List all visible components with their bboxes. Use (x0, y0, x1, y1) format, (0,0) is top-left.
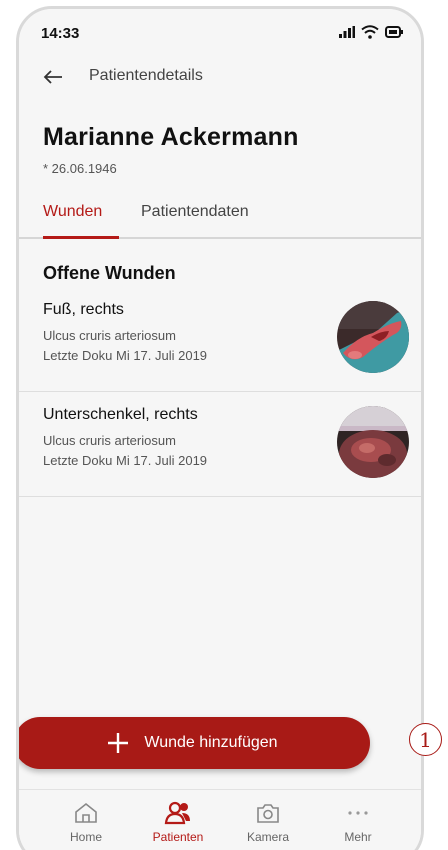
nav-patienten[interactable]: Patienten (133, 790, 223, 850)
nav-kamera-label: Kamera (246, 830, 290, 844)
status-icons (339, 25, 403, 39)
tab-wunden[interactable]: Wunden (43, 203, 102, 221)
nav-home-label: Home (69, 830, 102, 844)
wound-location: Unterschenkel, rechts (43, 406, 198, 423)
wound-last-documentation: Letzte Doku Mi 17. Juli 2019 (43, 453, 208, 468)
battery-icon (385, 26, 403, 38)
bottom-navigation: Home Patienten Kamera Mehr (19, 789, 421, 850)
nav-kamera[interactable]: Kamera (223, 790, 313, 850)
nav-mehr-label: Mehr (344, 830, 372, 844)
patients-icon (164, 801, 190, 825)
nav-patienten-label: Patienten (152, 830, 204, 844)
wound-item[interactable]: Unterschenkel, rechts Ulcus cruris arter… (19, 392, 421, 497)
annotation-callout: 1 (409, 723, 442, 756)
phone-frame: 14:33 Patientendetails Marianne Ackerman… (16, 6, 424, 850)
page-title: Patientendetails (89, 67, 203, 84)
add-wound-button-label: Wunde hinzufügen (144, 734, 278, 751)
wound-last-documentation: Letzte Doku Mi 17. Juli 2019 (43, 348, 208, 363)
signal-icon (339, 26, 355, 38)
wifi-icon (361, 25, 379, 39)
wound-photo-thumbnail (337, 406, 409, 478)
add-wound-button[interactable]: Wunde hinzufügen (19, 717, 370, 769)
home-icon (75, 802, 97, 823)
plus-icon (108, 733, 129, 753)
tab-bar: Wunden Patientendaten (19, 195, 421, 239)
patient-birth-date: * 26.06.1946 (43, 161, 117, 176)
status-bar: 14:33 (19, 9, 421, 53)
wound-item[interactable]: Fuß, rechts Ulcus cruris arteriosum Letz… (19, 287, 421, 392)
screen: 14:33 Patientendetails Marianne Ackerman… (19, 9, 421, 850)
wound-location: Fuß, rechts (43, 301, 124, 318)
status-time: 14:33 (41, 25, 80, 42)
app-bar: Patientendetails (19, 57, 421, 97)
more-icon (348, 811, 368, 815)
nav-mehr[interactable]: Mehr (313, 790, 403, 850)
tab-indicator (43, 236, 119, 239)
patient-name: Marianne Ackermann (43, 123, 299, 151)
wound-diagnosis: Ulcus cruris arteriosum (43, 328, 176, 343)
wound-photo-thumbnail (337, 301, 409, 373)
wound-diagnosis: Ulcus cruris arteriosum (43, 433, 176, 448)
back-button[interactable] (39, 63, 67, 91)
camera-icon (257, 804, 279, 823)
arrow-left-icon (43, 70, 62, 84)
tab-patientendaten[interactable]: Patientendaten (141, 203, 249, 221)
section-title: Offene Wunden (43, 263, 176, 283)
nav-home[interactable]: Home (41, 790, 131, 850)
